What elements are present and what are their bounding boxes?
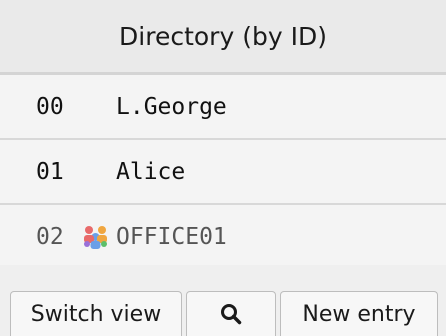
group-icon [84, 226, 107, 249]
entry-id: 01 [36, 158, 64, 185]
page-title: Directory (by ID) [119, 21, 327, 51]
search-icon [221, 304, 242, 325]
switch-view-button[interactable]: Switch view [10, 291, 182, 336]
entry-name: L.George [116, 93, 227, 120]
switch-view-label: Switch view [30, 301, 162, 327]
entry-name: Alice [116, 158, 186, 185]
entry-id: 02 [36, 223, 64, 250]
new-entry-button[interactable]: New entry [280, 291, 438, 336]
new-entry-label: New entry [302, 301, 416, 327]
page-title-bar: Directory (by ID) [0, 0, 446, 72]
directory-list[interactable]: 00 L.George 01 Alice 02 OFFICE01 [0, 75, 446, 265]
list-item[interactable]: 00 L.George [0, 75, 446, 138]
list-item[interactable]: 02 OFFICE01 [0, 205, 446, 268]
bottom-toolbar: Switch view New entry [0, 291, 446, 336]
entry-name: OFFICE01 [116, 223, 227, 250]
list-item[interactable]: 01 Alice [0, 140, 446, 203]
entry-id: 00 [36, 93, 64, 120]
search-button[interactable] [186, 291, 276, 336]
